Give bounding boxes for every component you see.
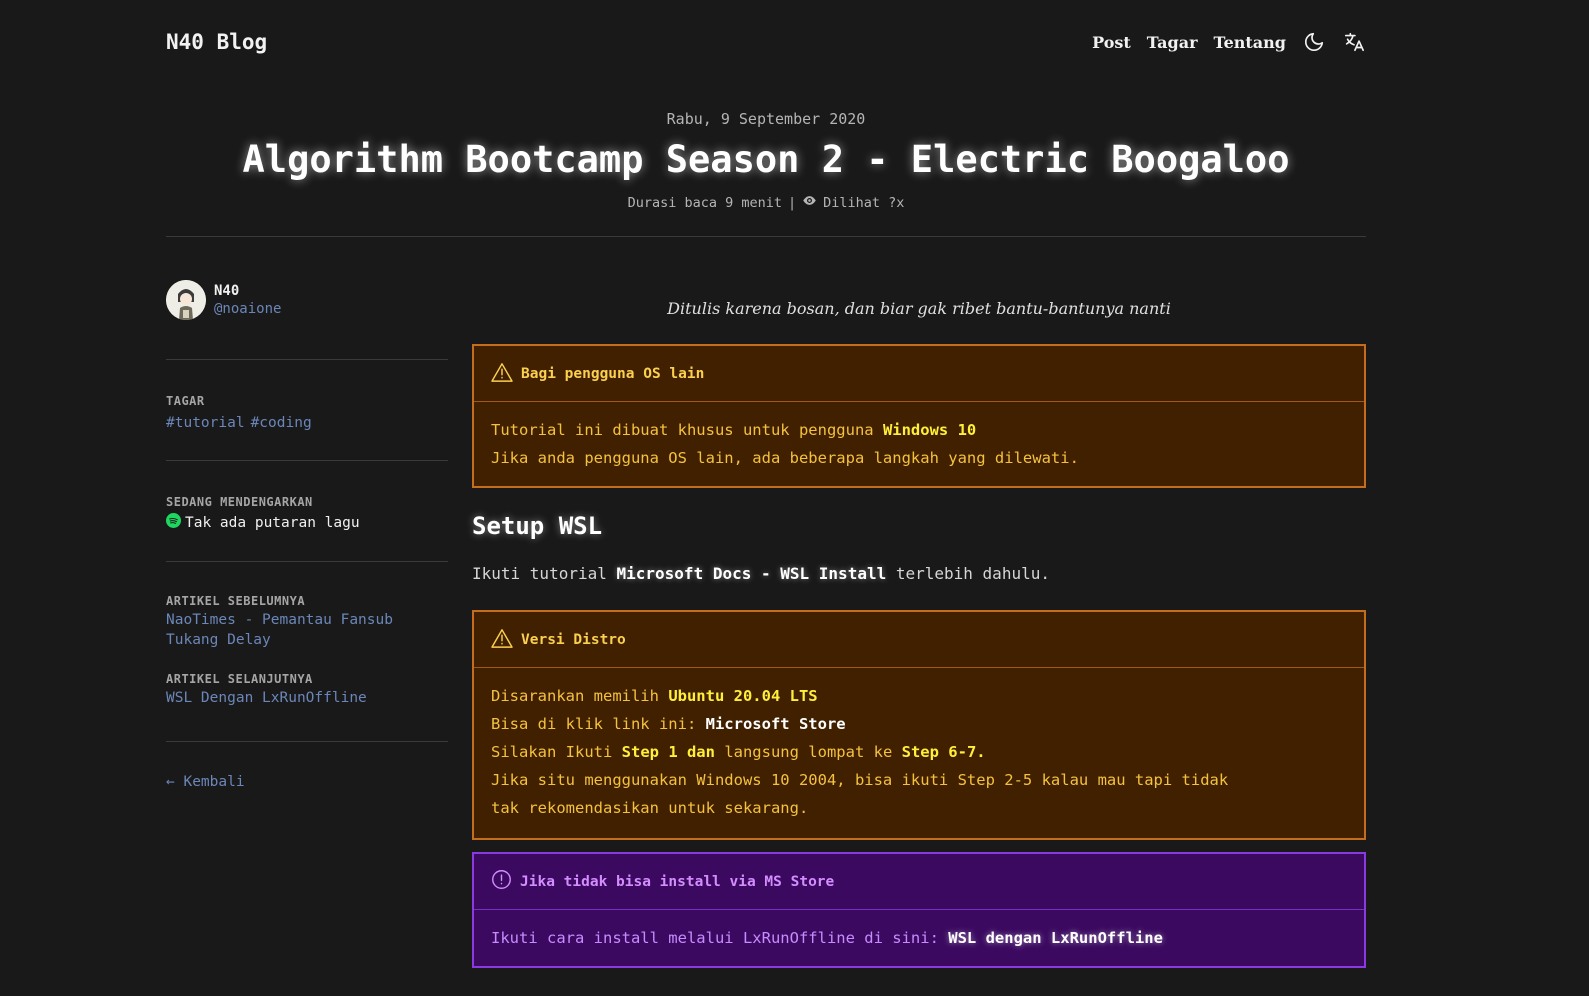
meta-separator: |: [788, 194, 797, 211]
sidebar: N40 @noaione TAGAR #tutorial #coding SEDA…: [166, 280, 448, 792]
next-article-label: ARTIKEL SELANJUTNYA: [166, 672, 313, 686]
paragraph: Ikuti tutorial Microsoft Docs - WSL Inst…: [472, 564, 1366, 588]
tag-list: #tutorial #coding: [166, 412, 448, 433]
article-content: Ditulis karena bosan, dan biar gak ribet…: [472, 280, 1366, 968]
prev-article-link[interactable]: NaoTimes - Pemantau Fansub Tukang Delay: [166, 610, 448, 650]
view-count: Dilihat ?x: [823, 194, 905, 211]
header-divider: [166, 236, 1366, 237]
callout-ms-store-fallback: Jika tidak bisa install via MS Store Iku…: [472, 852, 1366, 968]
spotify-icon: [166, 513, 181, 532]
post-title: Algorithm Bootcamp Season 2 - Electric B…: [242, 138, 1290, 181]
callout-title: Versi Distro: [521, 631, 626, 648]
sidebar-divider: [166, 359, 448, 360]
callout-line: Silakan Ikuti Step 1 dan langsung lompat…: [491, 738, 1347, 766]
nav-tagar[interactable]: Tagar: [1147, 33, 1198, 52]
tag-coding[interactable]: #coding: [251, 415, 312, 431]
next-article-section: ARTIKEL SELANJUTNYA WSL Dengan LxRunOffl…: [166, 672, 448, 708]
author-card[interactable]: N40 @noaione: [166, 280, 448, 320]
highlight: Step 6-7.: [901, 743, 986, 761]
highlight: Ubuntu 20.04 LTS: [668, 687, 818, 705]
text: Silakan Ikuti: [491, 743, 622, 761]
sidebar-divider: [166, 741, 448, 742]
callout-line: Jika situ menggunakan Windows 10 2004, b…: [491, 771, 1229, 817]
sidebar-divider: [166, 561, 448, 562]
callout-title: Bagi pengguna OS lain: [521, 365, 705, 382]
lxrunoffline-link[interactable]: WSL dengan LxRunOffline: [948, 929, 1163, 947]
now-playing-section: SEDANG MENDENGARKAN Tak ada putaran lagu: [166, 495, 448, 532]
callout-header: Versi Distro: [474, 612, 1364, 668]
callout-body: Tutorial ini dibuat khusus untuk penggun…: [474, 402, 1364, 486]
tags-label: TAGAR: [166, 394, 205, 408]
callout-header: Bagi pengguna OS lain: [474, 346, 1364, 402]
callout-line: Bisa di klik link ini: Microsoft Store: [491, 710, 1347, 738]
eye-icon: [802, 193, 817, 212]
author-handle[interactable]: @noaione: [214, 301, 281, 317]
warning-icon: [491, 362, 513, 386]
main-nav: Post Tagar Tentang: [1092, 30, 1366, 54]
callout-body: Ikuti cara install melalui LxRunOffline …: [474, 910, 1364, 966]
article-lead: Ditulis karena bosan, dan biar gak ribet…: [667, 299, 1171, 318]
text: Ikuti cara install melalui LxRunOffline …: [491, 929, 949, 947]
translate-icon[interactable]: [1342, 30, 1366, 54]
text: Ikuti tutorial: [472, 564, 617, 583]
avatar: [166, 280, 206, 320]
highlight: Step 1 dan: [621, 743, 715, 761]
post-date: Rabu, 9 September 2020: [666, 110, 866, 128]
section-heading: Setup WSL: [472, 512, 603, 540]
callout-line: Ikuti cara install melalui LxRunOffline …: [491, 924, 1347, 952]
site-header: N40 Blog Post Tagar Tentang: [166, 22, 1366, 62]
text: Bisa di klik link ini:: [491, 715, 706, 733]
now-playing: Tak ada putaran lagu: [166, 513, 448, 532]
alert-circle-icon: [491, 869, 512, 894]
brand-link[interactable]: N40 Blog: [166, 30, 267, 54]
read-time: Durasi baca 9 menit: [627, 194, 782, 211]
post-meta: Durasi baca 9 menit | Dilihat ?x: [0, 193, 1532, 212]
now-playing-text: Tak ada putaran lagu: [185, 514, 360, 531]
back-link[interactable]: ← Kembali: [166, 772, 448, 792]
callout-line: Tutorial ini dibuat khusus untuk penggun…: [491, 416, 1347, 444]
highlight: Windows 10: [882, 421, 977, 439]
nav-post[interactable]: Post: [1092, 33, 1131, 52]
callout-title: Jika tidak bisa install via MS Store: [520, 873, 835, 890]
tags-section: TAGAR #tutorial #coding: [166, 394, 448, 433]
callout-os-warning: Bagi pengguna OS lain Tutorial ini dibua…: [472, 344, 1366, 488]
callout-line: Disarankan memilih Ubuntu 20.04 LTS: [491, 682, 1347, 710]
callout-body: Disarankan memilih Ubuntu 20.04 LTS Bisa…: [474, 668, 1364, 838]
author-name: N40: [214, 283, 240, 299]
tag-tutorial[interactable]: #tutorial: [166, 415, 245, 431]
ms-docs-link[interactable]: Microsoft Docs - WSL Install: [617, 564, 887, 583]
warning-icon: [491, 628, 513, 652]
callout-header: Jika tidak bisa install via MS Store: [474, 854, 1364, 910]
callout-line: Jika anda pengguna OS lain, ada beberapa…: [491, 449, 1079, 467]
text: Disarankan memilih: [491, 687, 669, 705]
nav-tentang[interactable]: Tentang: [1214, 33, 1286, 52]
prev-article-section: ARTIKEL SEBELUMNYA NaoTimes - Pemantau F…: [166, 594, 448, 650]
callout-distro-version: Versi Distro Disarankan memilih Ubuntu 2…: [472, 610, 1366, 840]
moon-icon[interactable]: [1302, 30, 1326, 54]
listening-label: SEDANG MENDENGARKAN: [166, 495, 313, 509]
ms-store-link[interactable]: Microsoft Store: [706, 715, 846, 733]
sidebar-divider: [166, 460, 448, 461]
text: langsung lompat ke: [714, 743, 902, 761]
prev-article-label: ARTIKEL SEBELUMNYA: [166, 594, 306, 608]
text: terlebih dahulu.: [886, 564, 1050, 583]
next-article-link[interactable]: WSL Dengan LxRunOffline: [166, 688, 448, 708]
text: Tutorial ini dibuat khusus untuk penggun…: [491, 421, 883, 439]
